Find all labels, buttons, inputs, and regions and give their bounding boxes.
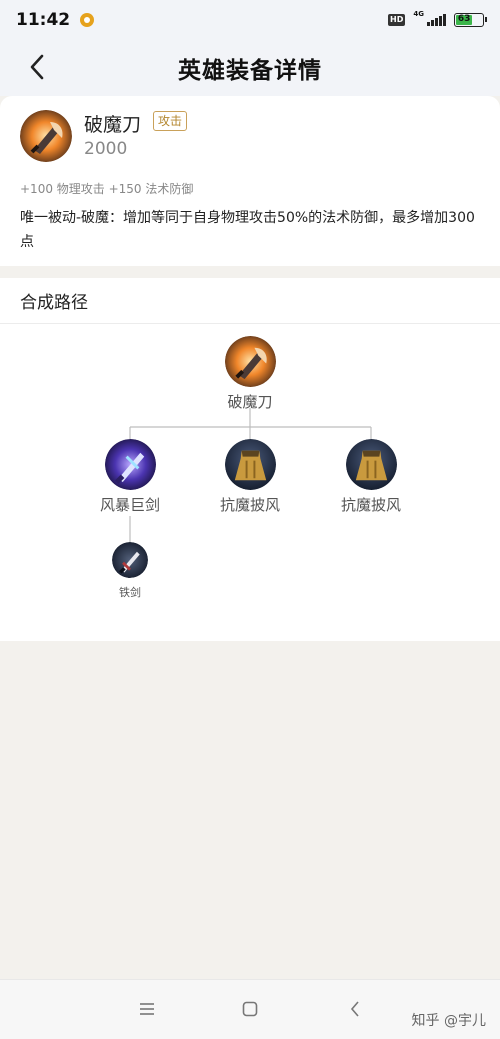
item-detail-card: 破魔刀 攻击 2000 +100 物理攻击 +150 法术防御 唯一被动-破魔：… xyxy=(0,96,500,266)
recipe-component-3-label: 抗魔披风 xyxy=(340,496,401,514)
item-name: 破魔刀 xyxy=(84,114,142,136)
menu-button[interactable] xyxy=(136,998,158,1020)
storm-sword-icon xyxy=(105,439,156,490)
chevron-left-icon xyxy=(350,1001,359,1017)
battery-icon: 63 xyxy=(454,13,487,27)
status-bar: 11:42 HD 4G 63 xyxy=(0,0,500,40)
demon-blade-icon xyxy=(20,110,72,162)
item-type-badge: 攻击 xyxy=(153,111,188,131)
home-button[interactable] xyxy=(239,998,261,1020)
page-title: 英雄装备详情 xyxy=(178,58,322,84)
recipe-section: 合成路径 破魔刀 风暴巨剑 抗魔披风 抗魔披风 铁剑 xyxy=(0,278,500,641)
notification-app-icon xyxy=(80,13,95,27)
recipe-subcomponent-1[interactable] xyxy=(112,542,148,578)
recipe-component-2[interactable] xyxy=(225,439,276,490)
iron-sword-icon xyxy=(112,542,148,578)
watermark-text: 知乎 @宇儿 xyxy=(411,1013,486,1029)
recipe-root-label: 破魔刀 xyxy=(227,393,273,411)
item-passive-description: 唯一被动-破魔：增加等同于自身物理攻击50%的法术防御，最多增加300点 xyxy=(20,210,475,250)
app-header: 英雄装备详情 xyxy=(0,40,500,96)
signal-strength-icon xyxy=(427,14,446,26)
recipe-component-1-label: 风暴巨剑 xyxy=(99,496,160,514)
recipe-component-3[interactable] xyxy=(346,439,397,490)
magic-cloak-icon xyxy=(225,439,276,490)
status-time: 11:42 xyxy=(16,10,71,30)
nav-back-button[interactable] xyxy=(344,998,366,1020)
recipe-component-2-label: 抗魔披风 xyxy=(219,496,280,514)
recipe-root-node[interactable] xyxy=(225,336,276,387)
home-square-icon xyxy=(242,1001,258,1017)
item-stats: +100 物理攻击 +150 法术防御 xyxy=(20,182,194,196)
network-type-label: 4G xyxy=(413,10,424,18)
item-price: 2000 xyxy=(84,139,128,159)
chevron-left-icon xyxy=(30,54,44,80)
system-navigation-bar: 知乎 @宇儿 xyxy=(0,979,500,1039)
recipe-subcomponent-1-label: 铁剑 xyxy=(119,586,141,599)
battery-level: 63 xyxy=(456,14,473,25)
status-indicators: HD 4G 63 xyxy=(388,10,487,27)
demon-blade-icon xyxy=(225,336,276,387)
recipe-component-1[interactable] xyxy=(105,439,156,490)
hd-icon: HD xyxy=(388,14,406,26)
back-button[interactable] xyxy=(22,52,52,82)
menu-icon xyxy=(140,1003,154,1015)
magic-cloak-icon xyxy=(346,439,397,490)
